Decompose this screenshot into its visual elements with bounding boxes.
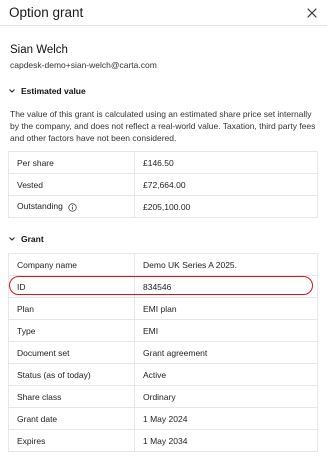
row-label: Grant date bbox=[8, 407, 135, 430]
row-label: Vested bbox=[8, 173, 135, 196]
grant-toggle[interactable]: Grant bbox=[0, 233, 327, 245]
table-row: Plan EMI plan bbox=[8, 297, 318, 320]
row-value: EMI bbox=[134, 319, 318, 342]
row-label: Status (as of today) bbox=[8, 363, 135, 386]
table-row: Vested £72,664.00 bbox=[8, 173, 318, 196]
grantee-info: Sian Welch capdesk-demo+sian-welch@carta… bbox=[0, 26, 327, 70]
panel-header: Option grant bbox=[0, 0, 327, 26]
row-value: 1 May 2024 bbox=[134, 407, 318, 430]
table-row: Outstanding £205,100.00 bbox=[8, 195, 318, 218]
table-row: Share class Ordinary bbox=[8, 385, 318, 408]
row-label: Share class bbox=[8, 385, 135, 408]
row-value: £146.50 bbox=[134, 151, 318, 174]
table-row: Document set Grant agreement bbox=[8, 341, 318, 364]
row-label: Outstanding bbox=[17, 201, 63, 212]
row-label: Document set bbox=[8, 341, 135, 364]
row-value: EMI plan bbox=[134, 297, 318, 320]
row-value: £205,100.00 bbox=[134, 195, 318, 218]
table-row: Expires 1 May 2034 bbox=[8, 429, 318, 452]
row-value: Demo UK Series A 2025. bbox=[134, 253, 318, 276]
row-label: Type bbox=[8, 319, 135, 342]
estimated-value-label: Estimated value bbox=[21, 86, 86, 96]
estimated-value-table: Per share £146.50 Vested £72,664.00 Outs… bbox=[8, 151, 318, 218]
table-row: Grant date 1 May 2024 bbox=[8, 407, 318, 430]
estimated-value-toggle[interactable]: Estimated value bbox=[0, 85, 327, 97]
row-label: Expires bbox=[8, 429, 135, 452]
table-row: ID 834546 bbox=[8, 275, 318, 298]
row-value: 1 May 2034 bbox=[134, 429, 318, 452]
row-label: Company name bbox=[8, 253, 135, 276]
close-button[interactable] bbox=[305, 6, 319, 20]
row-label: Per share bbox=[8, 151, 135, 174]
table-row: Company name Demo UK Series A 2025. bbox=[8, 253, 318, 276]
row-label-cell: Outstanding bbox=[8, 195, 135, 218]
grantee-name: Sian Welch bbox=[10, 44, 68, 56]
chevron-down-icon bbox=[8, 235, 16, 243]
row-value: Ordinary bbox=[134, 385, 318, 408]
row-value: Active bbox=[134, 363, 318, 386]
row-value: £72,664.00 bbox=[134, 173, 318, 196]
row-label: ID bbox=[8, 275, 135, 298]
panel-title: Option grant bbox=[9, 5, 84, 20]
row-value: 834546 bbox=[134, 275, 318, 298]
row-label: Plan bbox=[8, 297, 135, 320]
grant-table: Company name Demo UK Series A 2025. ID 834… bbox=[8, 253, 318, 452]
info-icon[interactable] bbox=[68, 202, 77, 212]
chevron-down-icon bbox=[8, 87, 16, 95]
row-value: Grant agreement bbox=[134, 341, 318, 364]
table-row: Per share £146.50 bbox=[8, 151, 318, 174]
close-icon bbox=[307, 7, 317, 18]
table-row: Type EMI bbox=[8, 319, 318, 342]
grantee-email: capdesk-demo+sian-welch@carta.com bbox=[10, 60, 157, 70]
estimated-value-description: The value of this grant is calculated us… bbox=[10, 109, 316, 143]
grant-label: Grant bbox=[21, 234, 44, 244]
table-row: Status (as of today) Active bbox=[8, 363, 318, 386]
